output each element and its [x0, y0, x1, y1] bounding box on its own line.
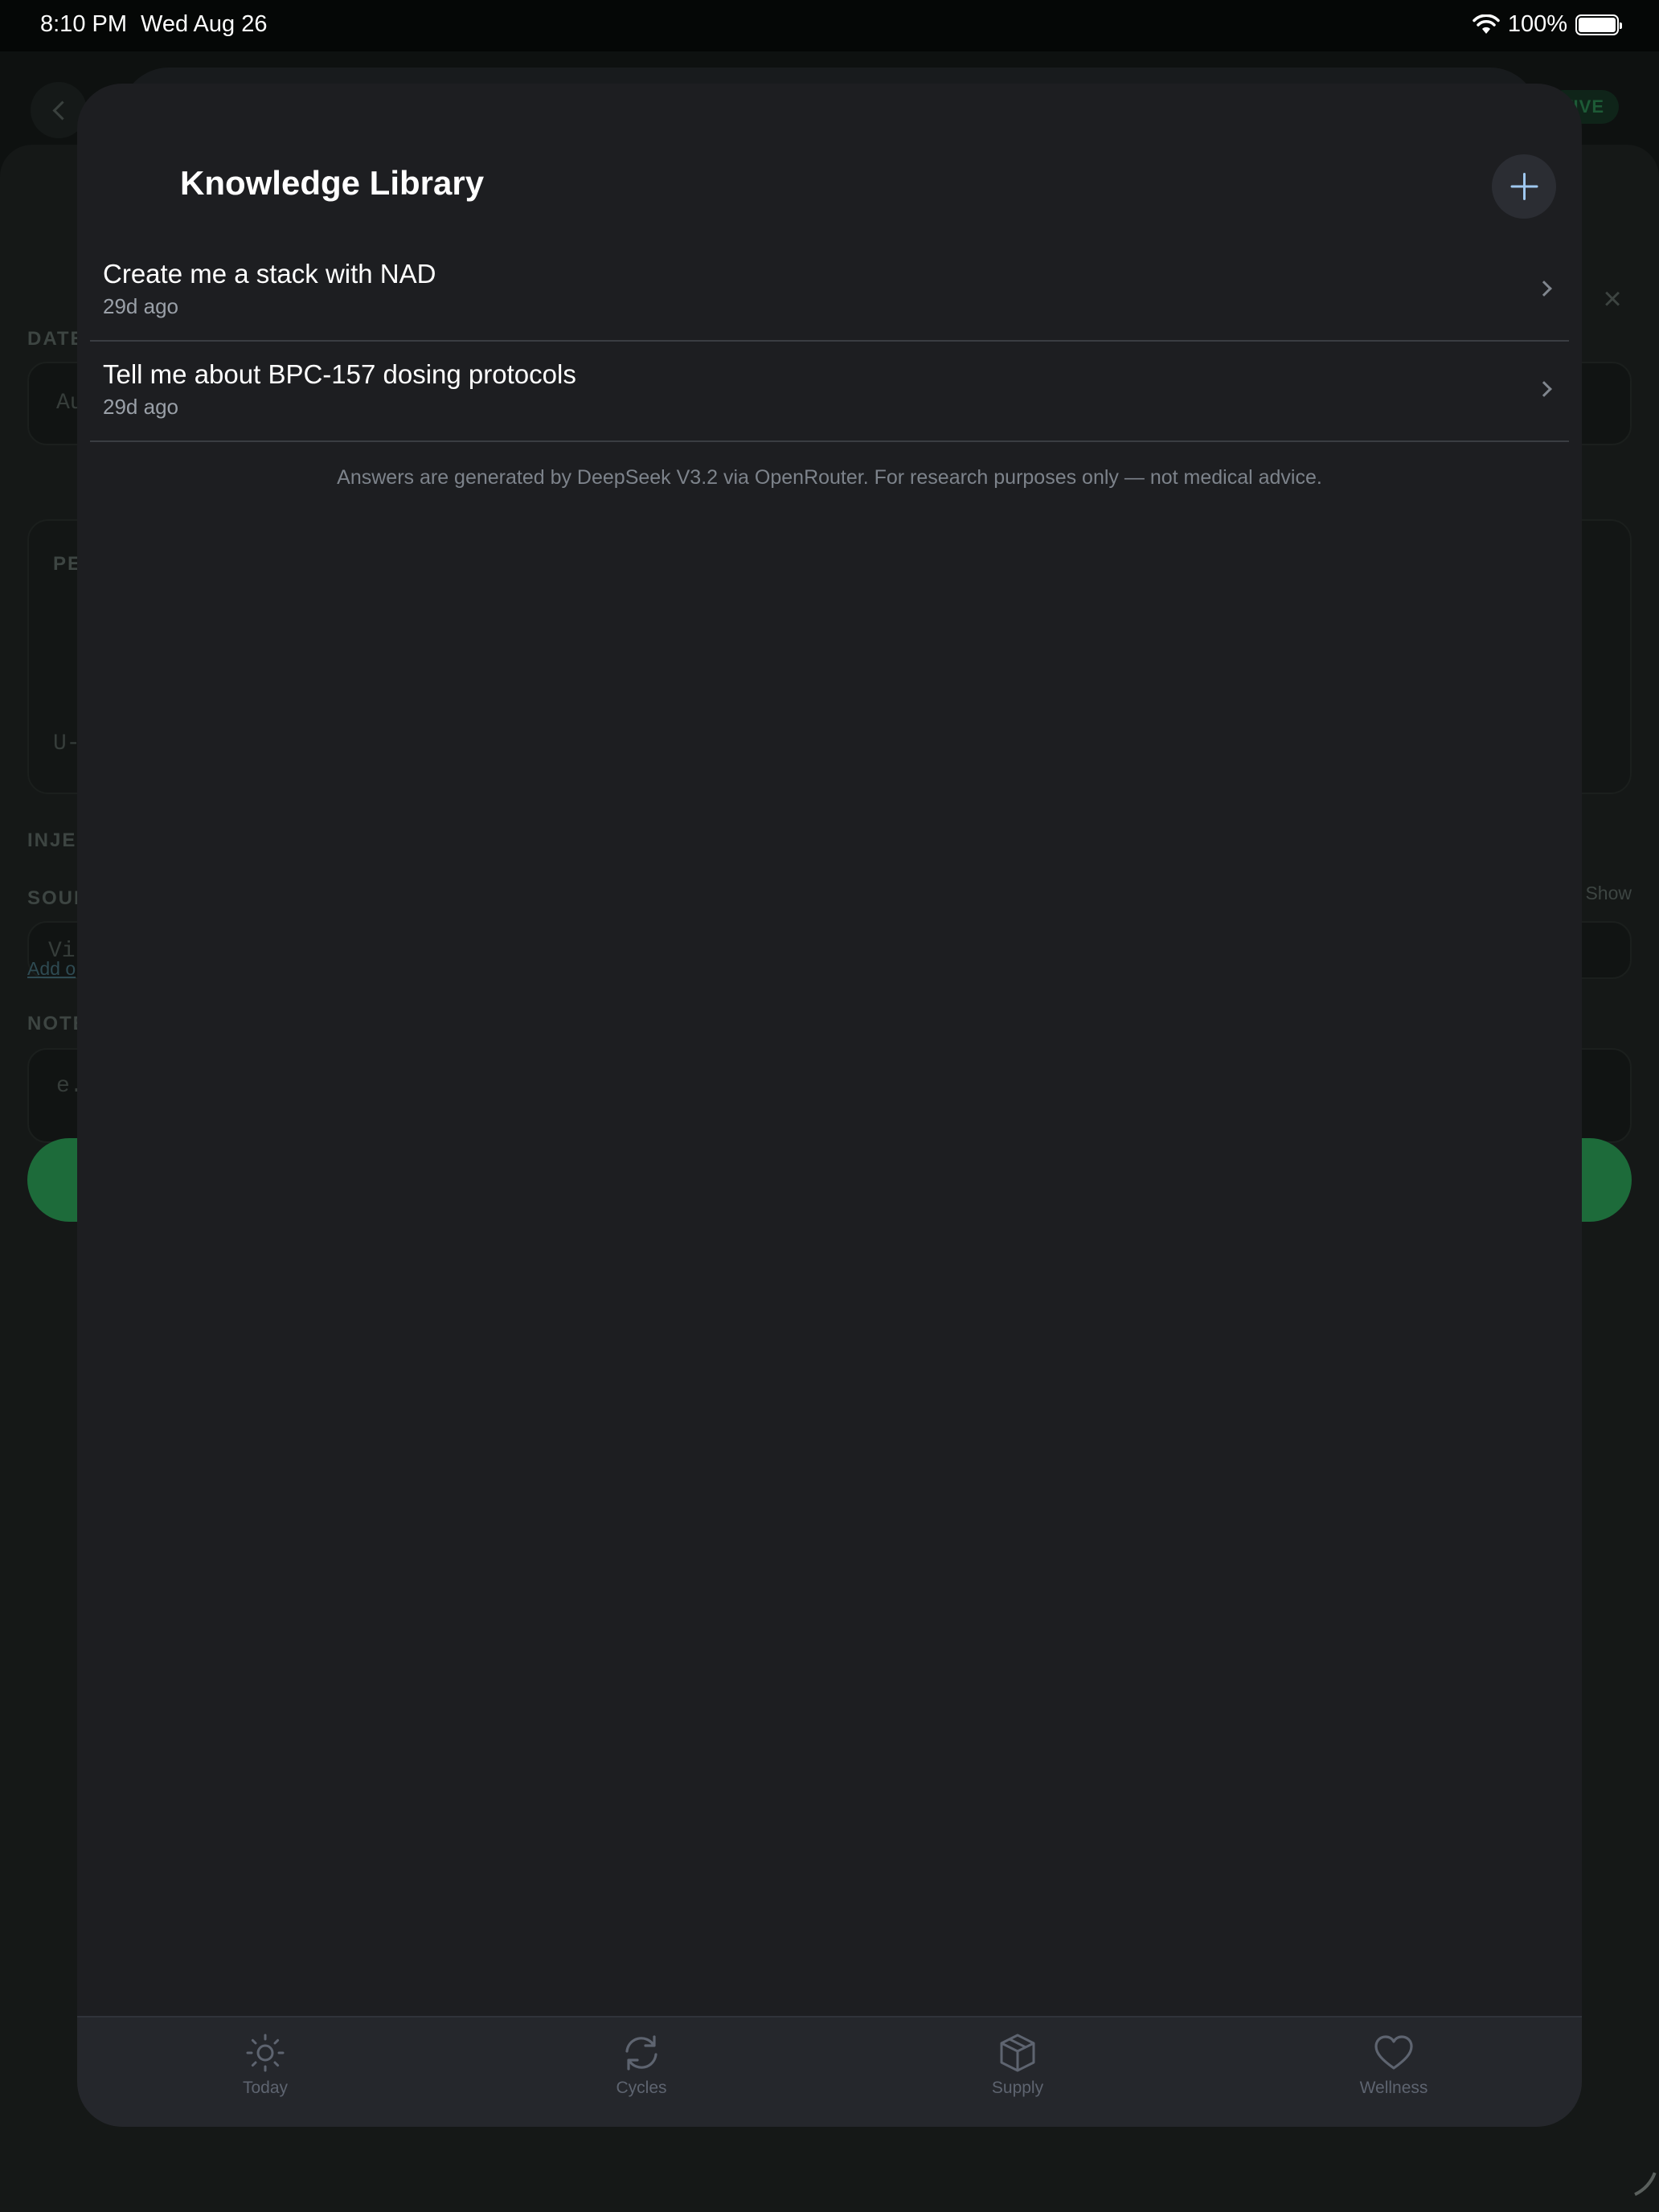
status-date: Wed Aug 26	[141, 11, 268, 37]
battery-percent: 100%	[1507, 11, 1567, 37]
sun-icon	[246, 2034, 285, 2072]
battery-icon	[1575, 14, 1622, 35]
show-toggle: Show	[1585, 883, 1632, 903]
status-time: 8:10 PM	[40, 11, 127, 37]
tab-label: Supply	[991, 2079, 1044, 2097]
list-item[interactable]: Create me a stack with NAD 29d ago	[90, 241, 1569, 342]
heart-icon	[1374, 2035, 1413, 2070]
add-link: Add o	[27, 958, 76, 979]
refresh-icon	[625, 2035, 657, 2071]
knowledge-library-modal: Knowledge Library Create me a stack with…	[77, 84, 1582, 2127]
tab-label: Wellness	[1359, 2079, 1428, 2097]
tab-supply[interactable]: Supply	[830, 2017, 1206, 2127]
add-button[interactable]	[1492, 154, 1556, 219]
list-item[interactable]: Tell me about BPC-157 dosing protocols 2…	[90, 342, 1569, 442]
date-label: DATE	[27, 328, 85, 350]
tab-label: Cycles	[616, 2079, 667, 2097]
injection-label: INJE	[27, 830, 77, 851]
chevron-right-icon	[1536, 381, 1552, 397]
conversation-list: Create me a stack with NAD 29d ago Tell …	[90, 241, 1569, 442]
item-title: Create me a stack with NAD	[103, 259, 436, 289]
status-indicators: 100%	[1473, 11, 1622, 38]
item-timestamp: 29d ago	[103, 294, 178, 318]
item-timestamp: 29d ago	[103, 395, 178, 419]
chevron-right-icon	[1536, 281, 1552, 297]
disclaimer-text: Answers are generated by DeepSeek V3.2 v…	[337, 466, 1322, 489]
status-bar: 8:10 PM Wed Aug 26 100%	[0, 0, 1659, 51]
tab-cycles[interactable]: Cycles	[453, 2017, 830, 2127]
page-title: Knowledge Library	[180, 164, 485, 202]
tab-bar: Today Cycles Supply Wellness	[77, 2016, 1582, 2127]
box-icon	[1000, 2034, 1035, 2072]
tab-today[interactable]: Today	[77, 2017, 453, 2127]
tab-wellness[interactable]: Wellness	[1206, 2017, 1582, 2127]
close-icon: ×	[1603, 281, 1622, 317]
wifi-icon	[1473, 14, 1500, 34]
item-title: Tell me about BPC-157 dosing protocols	[103, 359, 576, 389]
tab-label: Today	[242, 2079, 289, 2097]
